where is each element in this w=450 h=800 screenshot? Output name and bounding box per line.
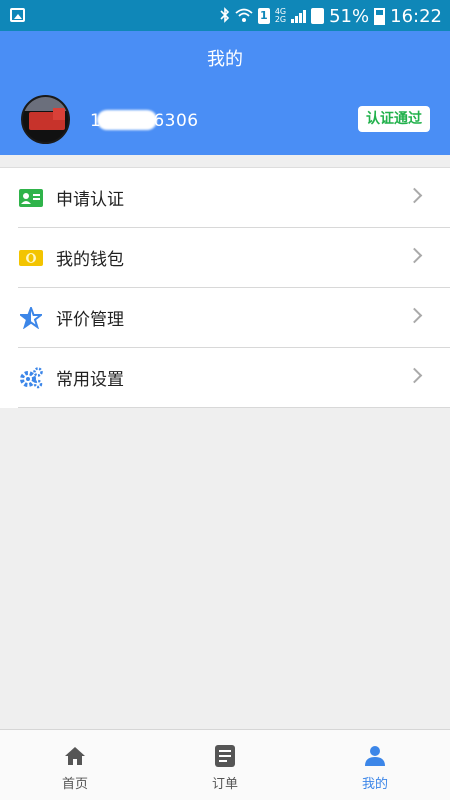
wallet-icon — [18, 246, 44, 270]
status-icons: 1 4G 2G 51% 16:22 — [220, 4, 442, 28]
image-icon — [10, 8, 25, 22]
phone-number: 1 6306 — [90, 110, 199, 131]
chevron-right-icon — [406, 307, 423, 324]
chevron-right-icon — [406, 367, 423, 384]
tab-mine[interactable]: 我的 — [300, 730, 450, 800]
chevron-right-icon — [406, 187, 423, 204]
menu-item-label: 我的钱包 — [56, 250, 124, 270]
orders-icon — [213, 744, 237, 768]
settings-gears-icon — [18, 366, 44, 390]
tab-home[interactable]: 首页 — [0, 730, 150, 800]
home-icon — [63, 744, 87, 768]
menu-list: 申请认证 我的钱包 评价管理 常用设置 — [0, 167, 450, 408]
battery-icon — [374, 7, 386, 25]
user-icon — [363, 744, 387, 768]
wifi-icon — [235, 7, 253, 26]
star-icon — [18, 306, 44, 330]
menu-item-reviews[interactable]: 评价管理 — [18, 288, 450, 348]
sim2-icon — [311, 8, 325, 24]
network-type: 4G 2G — [274, 7, 287, 24]
menu-item-settings[interactable]: 常用设置 — [18, 348, 450, 408]
tab-orders[interactable]: 订单 — [150, 730, 300, 800]
verified-badge: 认证通过 — [358, 106, 430, 132]
menu-item-apply-certification[interactable]: 申请认证 — [18, 168, 450, 228]
clock: 16:22 — [390, 5, 442, 27]
tab-label: 订单 — [211, 777, 238, 792]
bottom-nav: 首页 订单 我的 — [0, 729, 450, 800]
battery-percent: 51% — [329, 5, 370, 27]
status-bar: 1 4G 2G 51% 16:22 — [0, 0, 450, 31]
chevron-right-icon — [406, 247, 423, 264]
id-card-icon — [18, 186, 44, 210]
sim-icon: 1 — [257, 8, 270, 24]
tab-label: 首页 — [61, 777, 88, 792]
menu-item-label: 评价管理 — [56, 310, 124, 330]
bluetooth-icon — [220, 6, 230, 26]
tab-label: 我的 — [361, 777, 388, 792]
signal-icon — [291, 9, 307, 23]
avatar[interactable] — [21, 95, 70, 144]
phone-redaction — [97, 110, 158, 130]
menu-item-label: 常用设置 — [56, 370, 124, 390]
menu-item-label: 申请认证 — [56, 190, 124, 210]
profile-header: 我的 1 6306 认证通过 — [0, 31, 450, 155]
page-title: 我的 — [207, 49, 243, 70]
menu-item-wallet[interactable]: 我的钱包 — [18, 228, 450, 288]
